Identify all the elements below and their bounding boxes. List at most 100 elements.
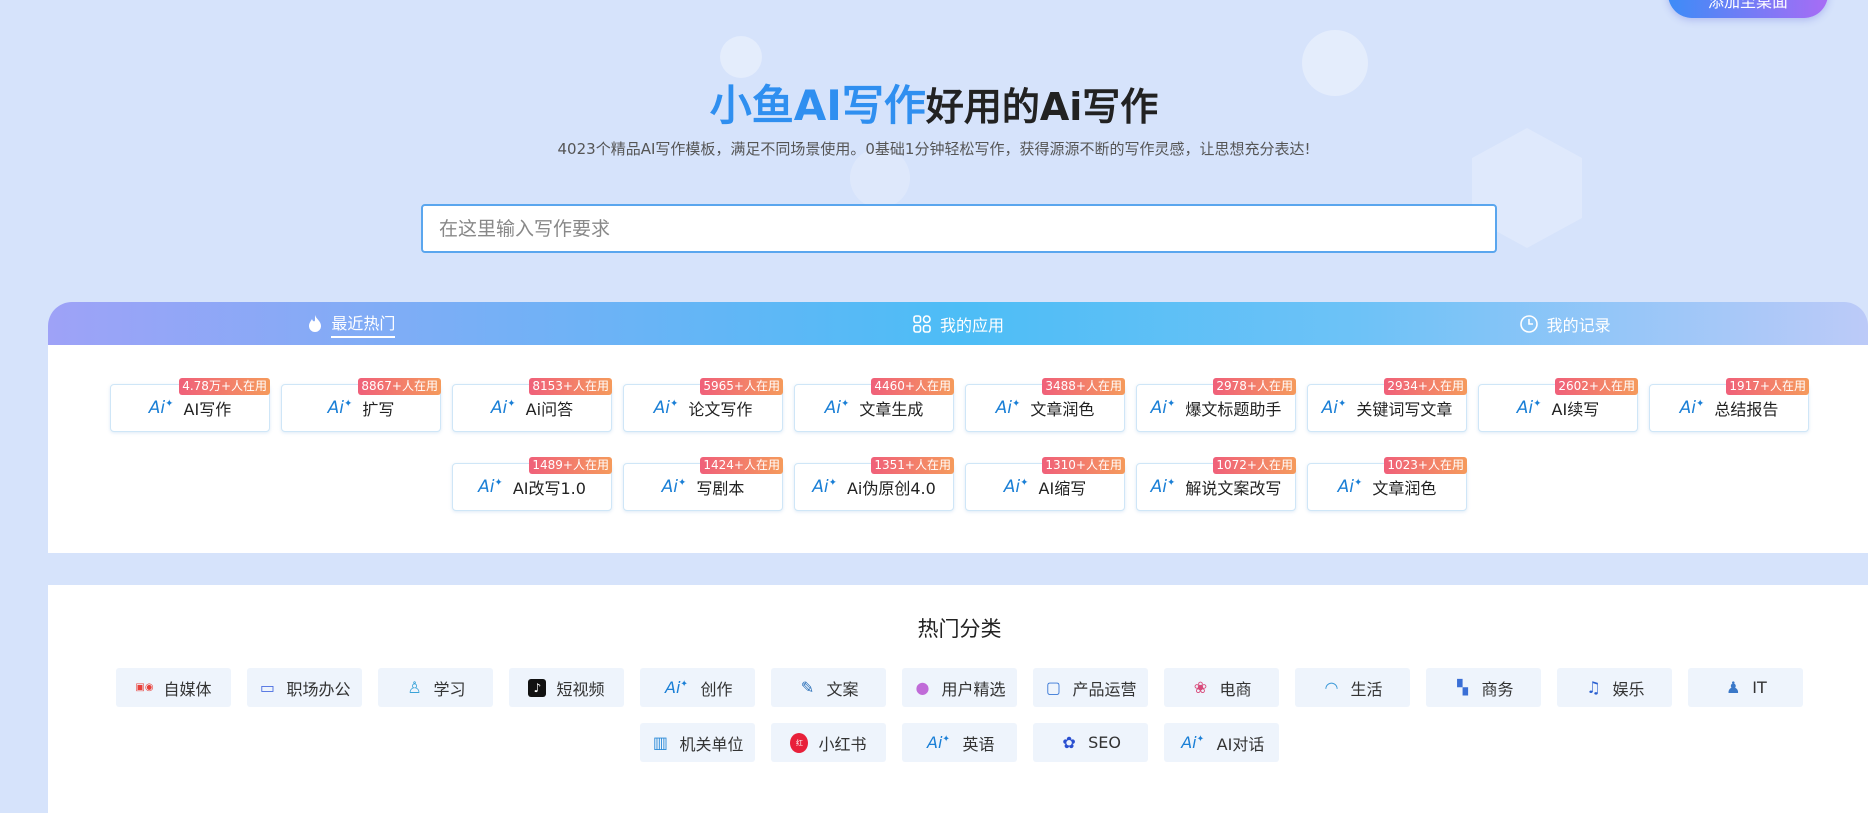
category-chip[interactable]: ▣◉ 自媒体 — [116, 668, 231, 707]
app-label: AI缩写 — [1038, 479, 1087, 498]
search-input[interactable] — [421, 204, 1497, 253]
ai-icon: Ai✦ — [824, 398, 850, 418]
app-card[interactable]: Ai✦ 文章润色 3488+人在用 — [965, 378, 1125, 432]
category-chip[interactable]: ▥ 机关单位 — [640, 723, 755, 762]
app-card[interactable]: Ai✦ AI续写 2602+人在用 — [1478, 378, 1638, 432]
category-chip[interactable]: Ai✦ AI对话 — [1164, 723, 1279, 762]
pen-icon: ✎ — [800, 678, 815, 697]
app-label: AI改写1.0 — [512, 479, 586, 498]
category-chip[interactable]: ◠ 生活 — [1295, 668, 1410, 707]
xiaohongshu-icon: 红 — [790, 732, 809, 753]
app-label: AI写作 — [183, 400, 232, 419]
ai-icon: Ai✦ — [1516, 398, 1542, 418]
category-chip[interactable]: ▚ 商务 — [1426, 668, 1541, 707]
app-label: 文章润色 — [1372, 479, 1437, 498]
clock-icon — [1519, 314, 1539, 334]
app-card[interactable]: Ai✦ Ai问答 8153+人在用 — [452, 378, 612, 432]
usage-badge: 1424+人在用 — [700, 457, 783, 474]
category-label: 学习 — [433, 679, 466, 699]
engineer-icon: ♟ — [1726, 678, 1741, 697]
app-label: 扩写 — [362, 400, 395, 419]
monitor-chart-icon: ▢ — [1045, 678, 1062, 697]
app-label: 关键词写文章 — [1356, 400, 1453, 419]
ai-icon: Ai✦ — [927, 733, 950, 752]
app-card[interactable]: Ai✦ 文章生成 4460+人在用 — [794, 378, 954, 432]
tab-my-records[interactable]: 我的记录 — [1261, 302, 1868, 345]
category-chip[interactable]: ✿ SEO — [1033, 723, 1148, 762]
category-chip[interactable]: ▭ 职场办公 — [247, 668, 362, 707]
usage-badge: 2934+人在用 — [1384, 378, 1467, 395]
ai-icon: Ai✦ — [1181, 733, 1205, 752]
ai-icon: Ai✦ — [653, 398, 679, 418]
app-label: 爆文标题助手 — [1185, 400, 1282, 419]
handshake-icon: ▚ — [1457, 679, 1468, 696]
briefcase-icon: ▭ — [259, 678, 276, 697]
app-card[interactable]: Ai✦ 关键词写文章 2934+人在用 — [1307, 378, 1467, 432]
category-chip[interactable]: ▢ 产品运营 — [1033, 668, 1148, 707]
usage-badge: 8867+人在用 — [358, 378, 441, 395]
page-subtitle: 4023个精品AI写作模板，满足不同场景使用。0基础1分钟轻松写作，获得源源不断… — [557, 140, 1311, 158]
category-label: 用户精选 — [941, 679, 1006, 699]
category-label: AI对话 — [1216, 734, 1265, 754]
tab-bar: 最近热门 我的应用 我的记录 — [48, 302, 1868, 345]
ai-icon: Ai✦ — [1679, 398, 1705, 418]
tab-my-apps[interactable]: 我的应用 — [655, 302, 1262, 345]
app-card[interactable]: Ai✦ AI改写1.0 1489+人在用 — [452, 457, 612, 511]
add-to-desktop-button[interactable]: 添加至桌面 — [1668, 0, 1828, 18]
music-icon: ♫ — [1586, 678, 1601, 697]
app-label: Ai问答 — [525, 400, 574, 419]
teapot-icon: ◠ — [1324, 678, 1339, 697]
tab-label: 我的记录 — [1546, 315, 1611, 335]
usage-badge: 1917+人在用 — [1726, 378, 1809, 395]
category-label: 创作 — [700, 679, 733, 699]
category-chip[interactable]: ♙ 学习 — [378, 668, 493, 707]
category-label: SEO — [1088, 733, 1121, 752]
ai-icon: Ai✦ — [1150, 477, 1176, 497]
app-card[interactable]: Ai✦ 解说文案改写 1072+人在用 — [1136, 457, 1296, 511]
usage-badge: 8153+人在用 — [529, 378, 612, 395]
media-logos-icon: ▣◉ — [135, 682, 154, 693]
tab-label: 最近热门 — [331, 310, 396, 338]
app-card[interactable]: Ai✦ 文章润色 1023+人在用 — [1307, 457, 1467, 511]
app-card[interactable]: Ai✦ 总结报告 1917+人在用 — [1649, 378, 1809, 432]
category-chip[interactable]: Ai✦ 创作 — [640, 668, 755, 707]
brand-name: 小鱼AI写作 — [709, 81, 926, 130]
category-chip[interactable]: ♟ IT — [1688, 668, 1803, 707]
app-label: Ai伪原创4.0 — [846, 479, 936, 498]
category-chip[interactable]: ✎ 文案 — [771, 668, 886, 707]
app-card[interactable]: Ai✦ 爆文标题助手 2978+人在用 — [1136, 378, 1296, 432]
app-label: 文章生成 — [859, 400, 924, 419]
usage-badge: 2602+人在用 — [1555, 378, 1638, 395]
category-label: 短视频 — [556, 679, 605, 699]
app-card[interactable]: Ai✦ Ai伪原创4.0 1351+人在用 — [794, 457, 954, 511]
usage-badge: 4460+人在用 — [871, 378, 954, 395]
app-card[interactable]: Ai✦ AI缩写 1310+人在用 — [965, 457, 1125, 511]
flame-icon — [307, 314, 323, 333]
app-label: 解说文案改写 — [1185, 479, 1282, 498]
category-chip[interactable]: 红小红书 — [771, 723, 886, 762]
building-icon: ▥ — [652, 733, 669, 752]
ai-icon: Ai✦ — [812, 477, 837, 497]
app-card[interactable]: Ai✦ 论文写作 5965+人在用 — [623, 378, 783, 432]
category-chip[interactable]: ❀ 电商 — [1164, 668, 1279, 707]
categories-title: 热门分类 — [917, 617, 1002, 641]
app-label: 文章润色 — [1030, 400, 1095, 419]
category-chip[interactable]: Ai✦ 英语 — [902, 723, 1017, 762]
tab-recent-hot[interactable]: 最近热门 — [48, 302, 655, 345]
app-label: 写剧本 — [696, 479, 745, 498]
ai-icon: Ai✦ — [478, 477, 503, 497]
app-card[interactable]: Ai✦ AI写作 4.78万+人在用 — [110, 378, 270, 432]
usage-badge: 4.78万+人在用 — [179, 378, 270, 395]
app-card[interactable]: Ai✦ 扩写 8867+人在用 — [281, 378, 441, 432]
ai-icon: Ai✦ — [490, 398, 516, 418]
category-chip[interactable]: ♫ 娱乐 — [1557, 668, 1672, 707]
category-chip[interactable]: ● 用户精选 — [902, 668, 1017, 707]
app-card[interactable]: Ai✦ 写剧本 1424+人在用 — [623, 457, 783, 511]
ai-icon: Ai✦ — [665, 678, 688, 697]
app-label: 总结报告 — [1714, 400, 1779, 419]
category-label: 娱乐 — [1612, 679, 1645, 699]
category-chip[interactable]: ♪ 短视频 — [509, 668, 624, 707]
ai-icon: Ai✦ — [1337, 477, 1363, 497]
user-group-icon: ● — [915, 678, 930, 697]
category-label: 机关单位 — [679, 734, 744, 754]
